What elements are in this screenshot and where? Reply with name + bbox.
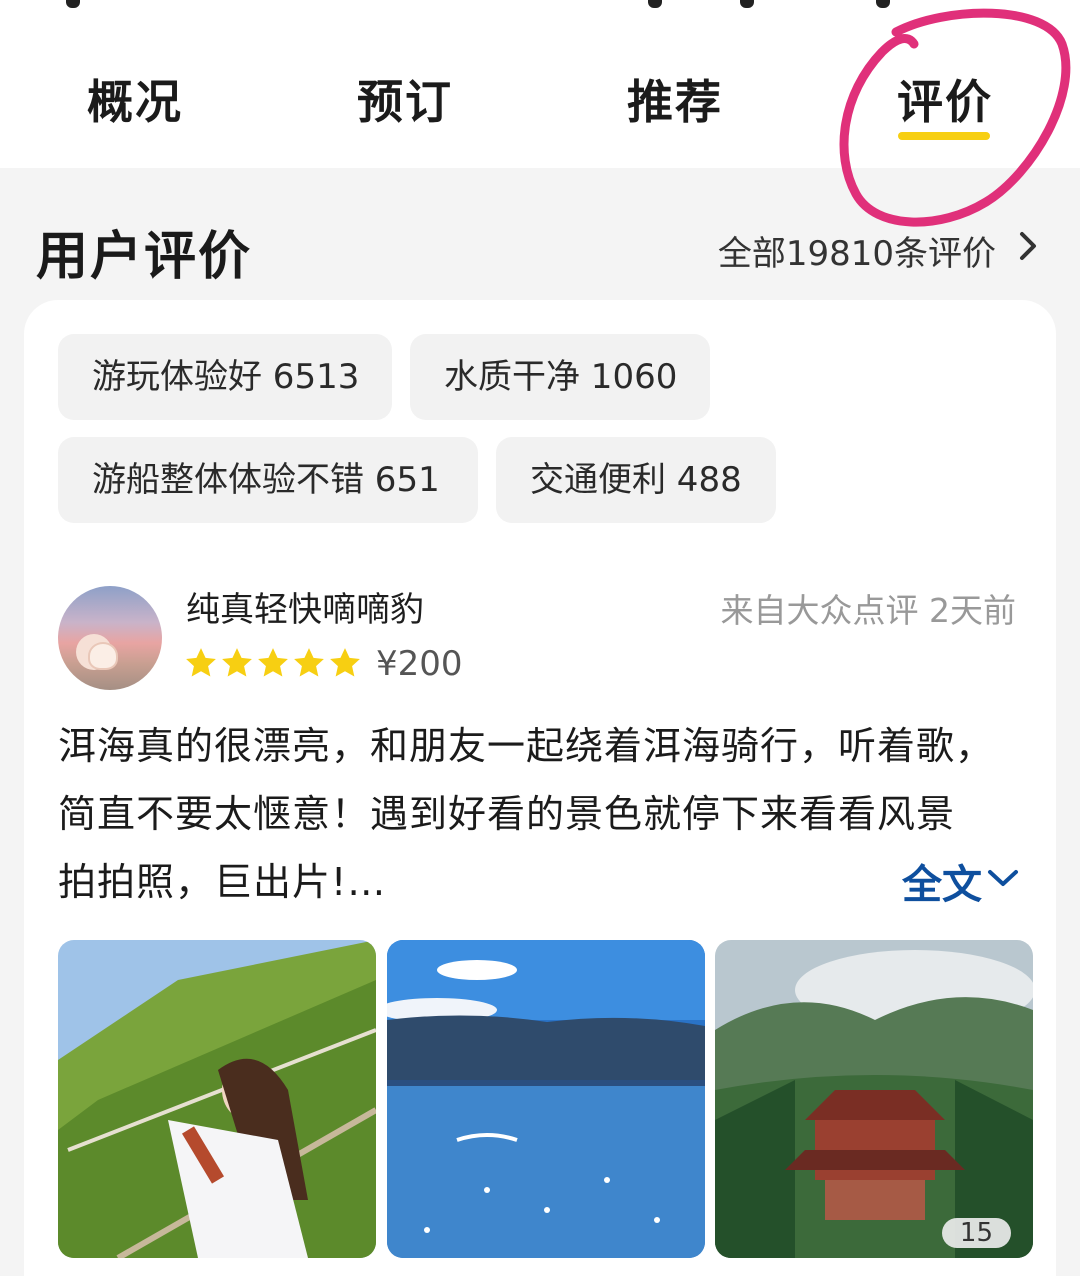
star-icon — [330, 648, 360, 677]
photo-woman-on-grass — [58, 940, 376, 1258]
star-icon — [294, 648, 324, 677]
review-source-time: 来自大众点评 2天前 — [720, 591, 1017, 630]
tag-chip[interactable]: 游玩体验好 6513 — [58, 334, 392, 420]
review-photo[interactable]: 15 — [715, 940, 1033, 1258]
tab-booking[interactable]: 预订 — [340, 66, 470, 132]
star-icon — [258, 648, 288, 677]
photo-mountain-temple — [715, 940, 1033, 1258]
tag-chip[interactable]: 水质干净 1060 — [410, 334, 710, 420]
section-title: 用户评价 — [36, 227, 253, 287]
all-reviews-link[interactable]: 全部19810条评价 — [718, 226, 996, 275]
tag-chip[interactable]: 交通便利 488 — [496, 437, 776, 523]
review-text-line: 拍拍照，巨出片!… — [58, 860, 387, 904]
tab-bar: 概况 预订 推荐 评价 — [0, 66, 1080, 136]
review-photo[interactable] — [58, 940, 376, 1258]
star-icon — [222, 648, 252, 677]
review-text-line: 洱海真的很漂亮，和朋友一起绕着洱海骑行，听着歌， — [58, 724, 995, 768]
active-tab-indicator — [898, 132, 990, 140]
chevron-down-icon[interactable] — [986, 866, 1020, 890]
review-price: ¥200 — [376, 644, 463, 684]
cropped-toolbar-icons — [0, 0, 1080, 14]
star-icon — [186, 648, 216, 677]
photo-lake-seagulls — [387, 940, 705, 1258]
tab-overview[interactable]: 概况 — [70, 66, 200, 132]
rating-stars — [184, 646, 364, 682]
tab-recommend[interactable]: 推荐 — [610, 66, 740, 132]
tab-reviews[interactable]: 评价 — [880, 66, 1010, 132]
review-text-line: 简直不要太惬意！遇到好看的景色就停下来看看风景 — [58, 792, 956, 836]
expand-fulltext-button[interactable]: 全文 — [902, 852, 982, 910]
reviewer-name[interactable]: 纯真轻快嘀嘀豹 — [186, 582, 424, 631]
avatar[interactable] — [58, 586, 162, 690]
review-photo[interactable] — [387, 940, 705, 1258]
photo-count-badge: 15 — [941, 1218, 1011, 1248]
tag-chip[interactable]: 游船整体体验不错 651 — [58, 437, 478, 523]
chevron-right-icon[interactable] — [1014, 228, 1042, 264]
review-text: 洱海真的很漂亮，和朋友一起绕着洱海骑行，听着歌， 简直不要太惬意！遇到好看的景色… — [58, 712, 1033, 916]
